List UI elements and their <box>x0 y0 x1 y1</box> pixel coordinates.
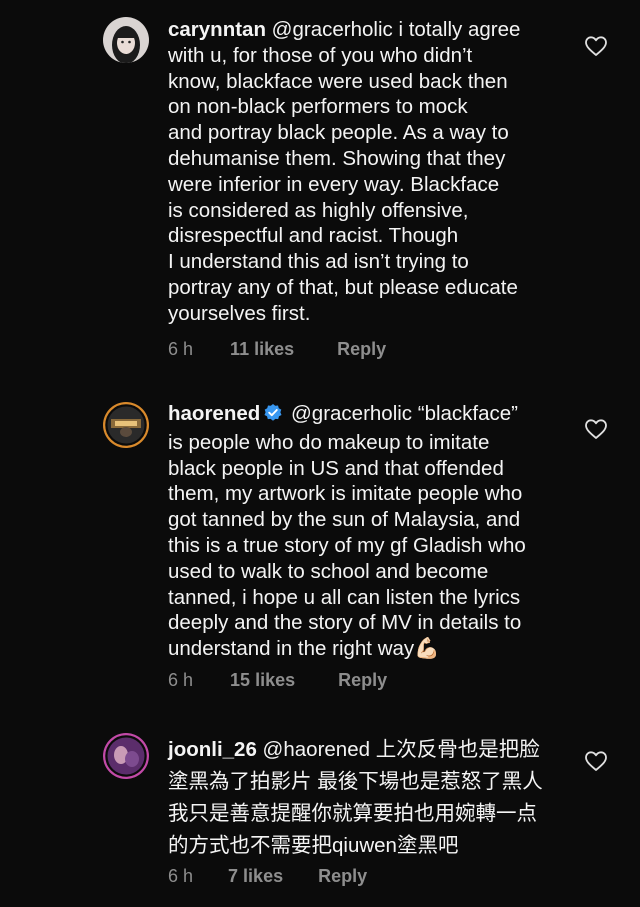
comment-likes[interactable]: 7 likes <box>228 866 283 887</box>
heart-outline-icon[interactable] <box>584 418 608 440</box>
comment-timestamp: 6 h <box>168 670 194 690</box>
comment-meta: 6 h 15 likes Reply <box>168 670 387 691</box>
comment-text: @gracerholic “blackface” is people who d… <box>168 402 526 661</box>
avatar[interactable] <box>103 733 149 779</box>
comment-meta: 6 h 7 likes Reply <box>168 866 367 887</box>
comment-text: @gracerholic i totally agree with u, for… <box>168 18 521 325</box>
heart-outline-icon[interactable] <box>584 35 608 57</box>
comment-timestamp: 6 h <box>168 339 194 359</box>
avatar[interactable] <box>103 17 149 63</box>
comment-username[interactable]: joonli_26 <box>168 738 257 761</box>
comment-text-block: joonli_26 @haorened 上次反骨也是把脸 塗黑為了拍影片 最後下… <box>168 734 568 862</box>
comment-likes[interactable]: 15 likes <box>230 670 295 691</box>
comment-timestamp: 6 h <box>168 866 194 886</box>
verified-badge-icon <box>263 403 283 430</box>
comment-text-block: carynntan @gracerholic i totally agree w… <box>168 17 568 327</box>
reply-button[interactable]: Reply <box>318 866 367 887</box>
reply-button[interactable]: Reply <box>337 339 386 360</box>
comment-username[interactable]: carynntan <box>168 18 266 41</box>
comment-likes[interactable]: 11 likes <box>230 339 294 360</box>
comment-text-block: haorened @gracerholic “blackface” is peo… <box>168 401 568 662</box>
avatar[interactable] <box>103 402 149 448</box>
comment-username[interactable]: haorened <box>168 402 260 425</box>
heart-outline-icon[interactable] <box>584 750 608 772</box>
reply-button[interactable]: Reply <box>338 670 387 691</box>
comment-meta: 6 h 11 likes Reply <box>168 339 386 360</box>
